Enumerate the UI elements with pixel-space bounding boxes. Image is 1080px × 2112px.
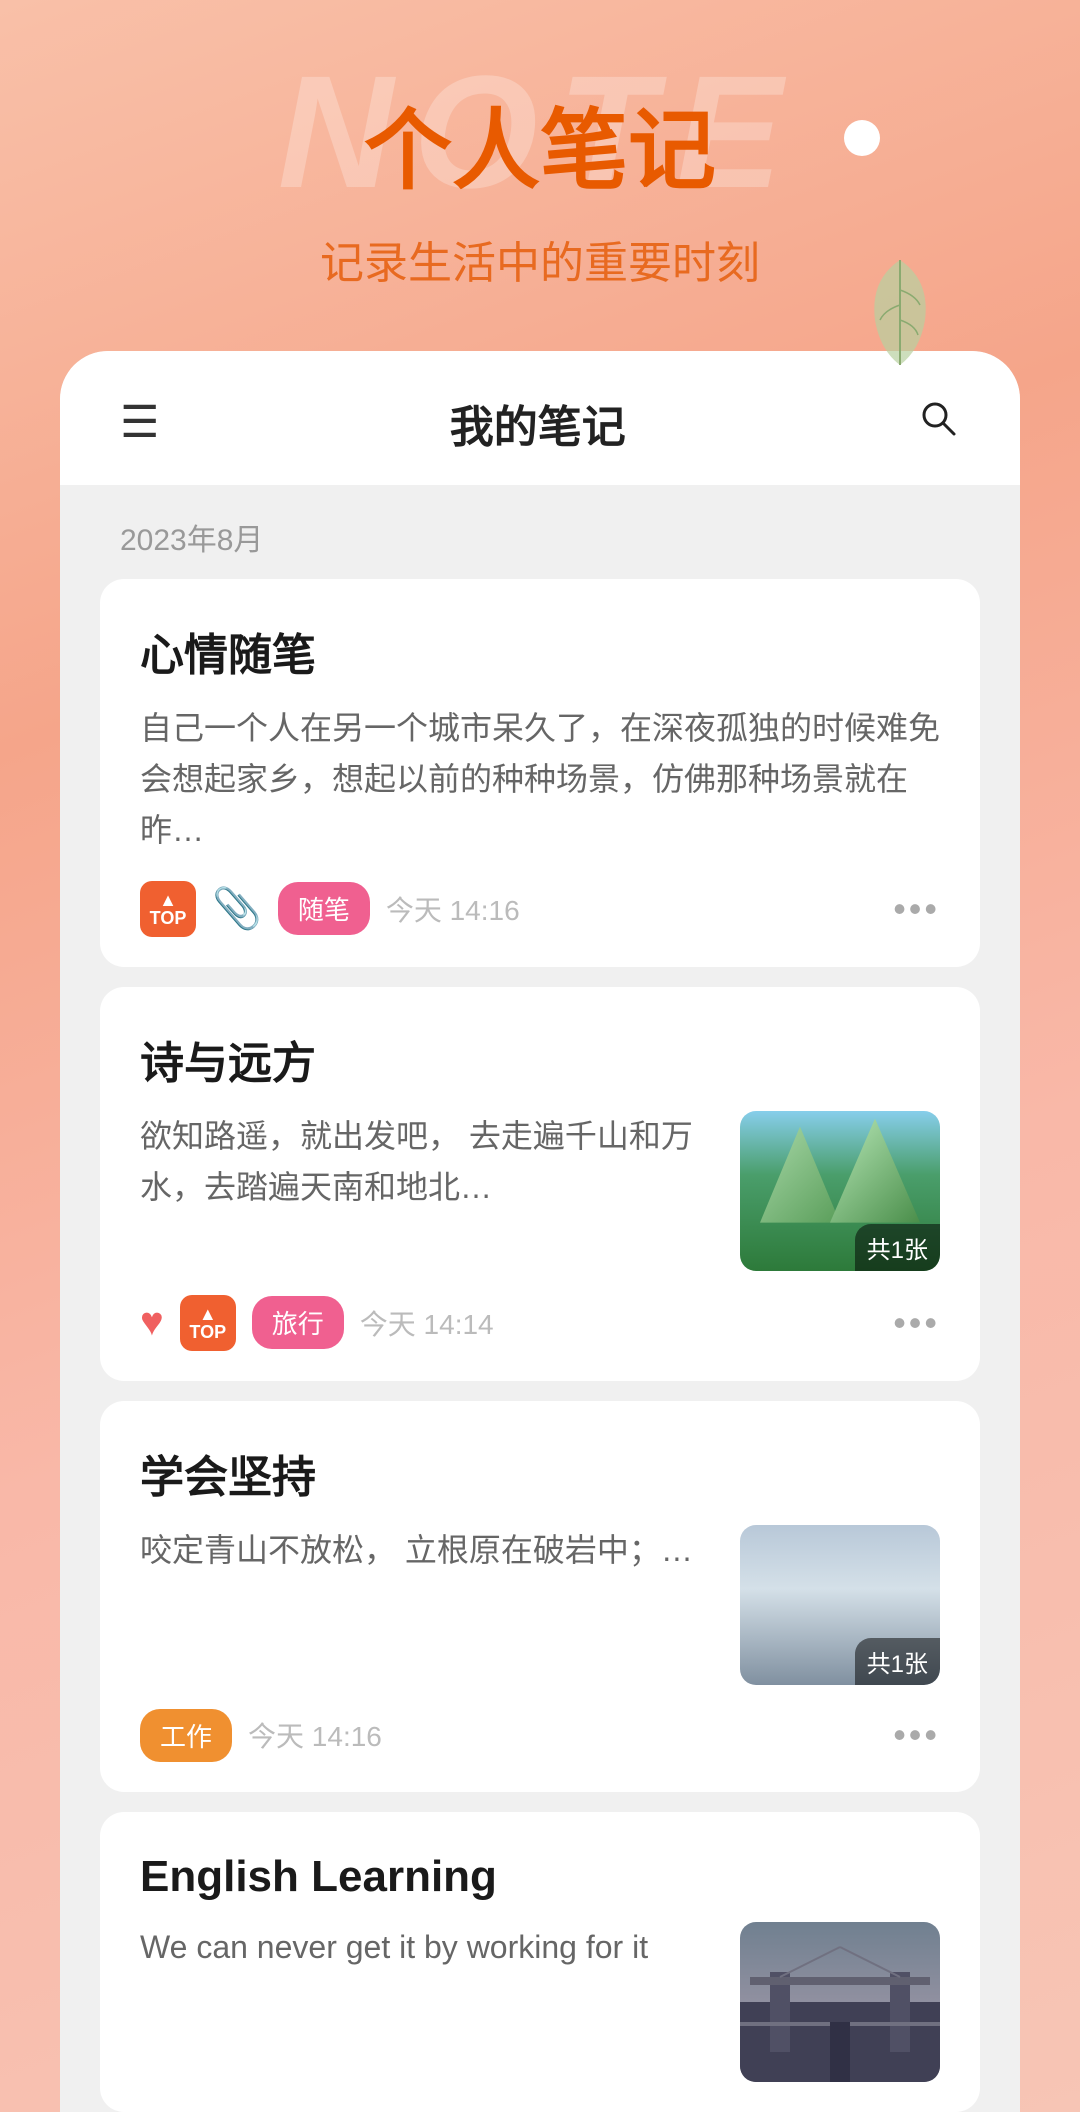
note-content-area-1: 自己一个人在另一个城市呆久了，在深夜孤独的时候难免会想起家乡，想起以前的种种场景… [140,703,940,857]
note-text-1: 自己一个人在另一个城市呆久了，在深夜孤独的时候难免会想起家乡，想起以前的种种场景… [140,703,940,857]
more-icon-3[interactable]: ••• [893,1714,940,1756]
hamburger-icon[interactable]: ☰ [120,401,159,445]
note-thumb-3: 共1张 [740,1525,940,1685]
note-footer-1: ▲ TOP 📎 随笔 今天 14:16 ••• [140,881,940,937]
note-title-2: 诗与远方 [140,1027,940,1091]
top-badge-1: ▲ TOP [140,881,196,937]
tag-note-1[interactable]: 随笔 [278,882,370,935]
dot-decoration [844,120,880,156]
search-icon[interactable] [916,396,960,451]
note-card-1[interactable]: 心情随笔 自己一个人在另一个城市呆久了，在深夜孤独的时候难免会想起家乡，想起以前… [100,579,980,967]
paperclip-icon: 📎 [212,885,262,932]
note-time-1: 今天 14:16 [386,889,877,929]
notes-list: 2023年8月 心情随笔 自己一个人在另一个城市呆久了，在深夜孤独的时候难免会想… [60,485,1020,2112]
note-text-3: 咬定青山不放松， 立根原在破岩中；… [140,1525,720,1576]
note-title-4: English Learning [140,1852,940,1902]
hero-section: NOTE 个人笔记 记录生活中的重要时刻 [0,0,1080,351]
heart-icon-2: ♥ [140,1300,164,1345]
hero-title: 个人笔记 [0,80,1080,207]
note-text-2: 欲知路遥，就出发吧， 去走遍千山和万水，去踏遍天南和地北… [140,1111,720,1213]
tag-note-2[interactable]: 旅行 [252,1296,344,1349]
note-footer-3: 工作 今天 14:16 ••• [140,1709,940,1762]
note-thumb-4 [740,1922,940,2082]
more-icon-1[interactable]: ••• [893,888,940,930]
note-content-area-2: 欲知路遥，就出发吧， 去走遍千山和万水，去踏遍天南和地北… 共1张 [140,1111,940,1271]
month-header: 2023年8月 [100,485,980,579]
more-icon-2[interactable]: ••• [893,1302,940,1344]
note-footer-2: ♥ ▲ TOP 旅行 今天 14:14 ••• [140,1295,940,1351]
thumb-london-img [740,1922,940,2082]
note-title-3: 学会坚持 [140,1441,940,1505]
note-thumb-2: 共1张 [740,1111,940,1271]
thumb-count-3: 共1张 [855,1638,940,1685]
note-content-area-3: 咬定青山不放松， 立根原在破岩中；… 共1张 [140,1525,940,1685]
note-text-4: We can never get it by working for it [140,1922,720,1973]
tag-note-3[interactable]: 工作 [140,1709,232,1762]
app-title: 我的笔记 [450,391,626,455]
note-card-2[interactable]: 诗与远方 欲知路遥，就出发吧， 去走遍千山和万水，去踏遍天南和地北… 共1张 ♥… [100,987,980,1381]
thumb-count-2: 共1张 [855,1224,940,1271]
app-header: ☰ 我的笔记 [60,351,1020,485]
note-content-area-4: We can never get it by working for it [140,1922,940,2082]
note-time-2: 今天 14:14 [360,1303,877,1343]
note-time-3: 今天 14:16 [248,1715,877,1755]
note-card-4[interactable]: English Learning We can never get it by … [100,1812,980,2112]
leaf-decoration [860,250,940,370]
app-card: ☰ 我的笔记 2023年8月 心情随笔 自己一个人在另一个城市呆久了，在深夜孤独… [60,351,1020,2112]
top-badge-2: ▲ TOP [180,1295,236,1351]
note-title-1: 心情随笔 [140,619,940,683]
note-card-3[interactable]: 学会坚持 咬定青山不放松， 立根原在破岩中；… 共1张 工作 今天 14:16 … [100,1401,980,1792]
